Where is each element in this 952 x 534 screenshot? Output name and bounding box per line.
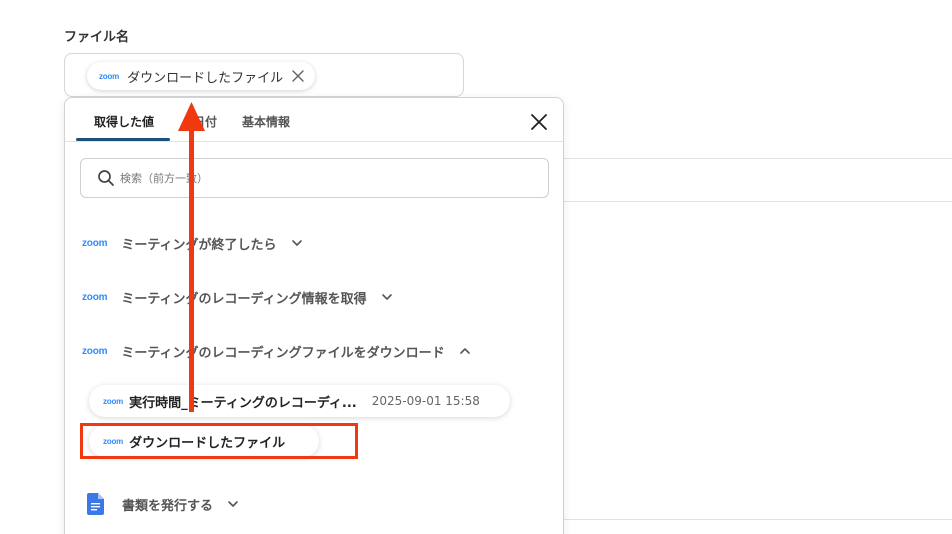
item-label: 実行時間_ミーティングのレコーディ...	[129, 395, 357, 411]
section-get-recording-info[interactable]: zoom ミーティングのレコーディング情報を取得	[82, 287, 393, 307]
tab-date[interactable]: 日付	[193, 113, 217, 130]
background-divider	[563, 519, 952, 520]
zoom-logo-icon: zoom	[99, 71, 120, 81]
section-label: ミーティングのレコーディングファイルをダウンロード	[121, 345, 445, 361]
background-divider	[563, 201, 952, 202]
chevron-up-icon	[459, 348, 470, 354]
chevron-down-icon	[291, 240, 302, 246]
item-value: 2025-09-01 15:58	[371, 394, 480, 408]
zoom-logo-icon: zoom	[82, 237, 108, 249]
tab-basic-info[interactable]: 基本情報	[242, 113, 290, 130]
background-divider	[563, 158, 952, 159]
section-label: ミーティングが終了したら	[121, 237, 277, 253]
active-tab-indicator	[76, 138, 170, 141]
file-name-field[interactable]: zoom ダウンロードしたファイル	[64, 53, 464, 97]
file-name-label: ファイル名	[64, 30, 130, 45]
value-picker-panel: 取得した値 日付 基本情報 zoom ミーティングが終了したら zoom ミーテ…	[64, 97, 564, 534]
list-item-downloaded-file[interactable]: zoom ダウンロードしたファイル	[89, 425, 319, 457]
chevron-down-icon	[381, 294, 392, 300]
close-icon[interactable]	[291, 69, 305, 83]
search-icon	[98, 170, 114, 186]
section-label: ミーティングのレコーディング情報を取得	[121, 291, 367, 307]
list-item-execution-time[interactable]: zoom 実行時間_ミーティングのレコーディ... 2025-09-01 15:…	[89, 385, 510, 417]
section-meeting-ended[interactable]: zoom ミーティングが終了したら	[82, 233, 303, 253]
zoom-logo-icon: zoom	[103, 436, 124, 446]
section-issue-document[interactable]: 書類を発行する	[87, 491, 239, 517]
chevron-down-icon	[228, 501, 238, 507]
section-label: 書類を発行する	[122, 498, 214, 514]
close-icon[interactable]	[530, 113, 548, 131]
zoom-logo-icon: zoom	[82, 291, 108, 303]
panel-tabs: 取得した値 日付 基本情報	[65, 98, 563, 142]
item-label: ダウンロードしたファイル	[129, 435, 286, 451]
chip-text: ダウンロードしたファイル	[127, 70, 284, 86]
zoom-logo-icon: zoom	[82, 345, 108, 357]
google-docs-icon	[87, 493, 104, 515]
search-box[interactable]	[80, 158, 549, 198]
search-input[interactable]	[120, 171, 520, 185]
section-download-recording-file[interactable]: zoom ミーティングのレコーディングファイルをダウンロード	[82, 341, 471, 361]
file-chip[interactable]: zoom ダウンロードしたファイル	[87, 62, 316, 90]
tab-retrieved-values[interactable]: 取得した値	[94, 113, 154, 130]
zoom-logo-icon: zoom	[103, 396, 124, 406]
